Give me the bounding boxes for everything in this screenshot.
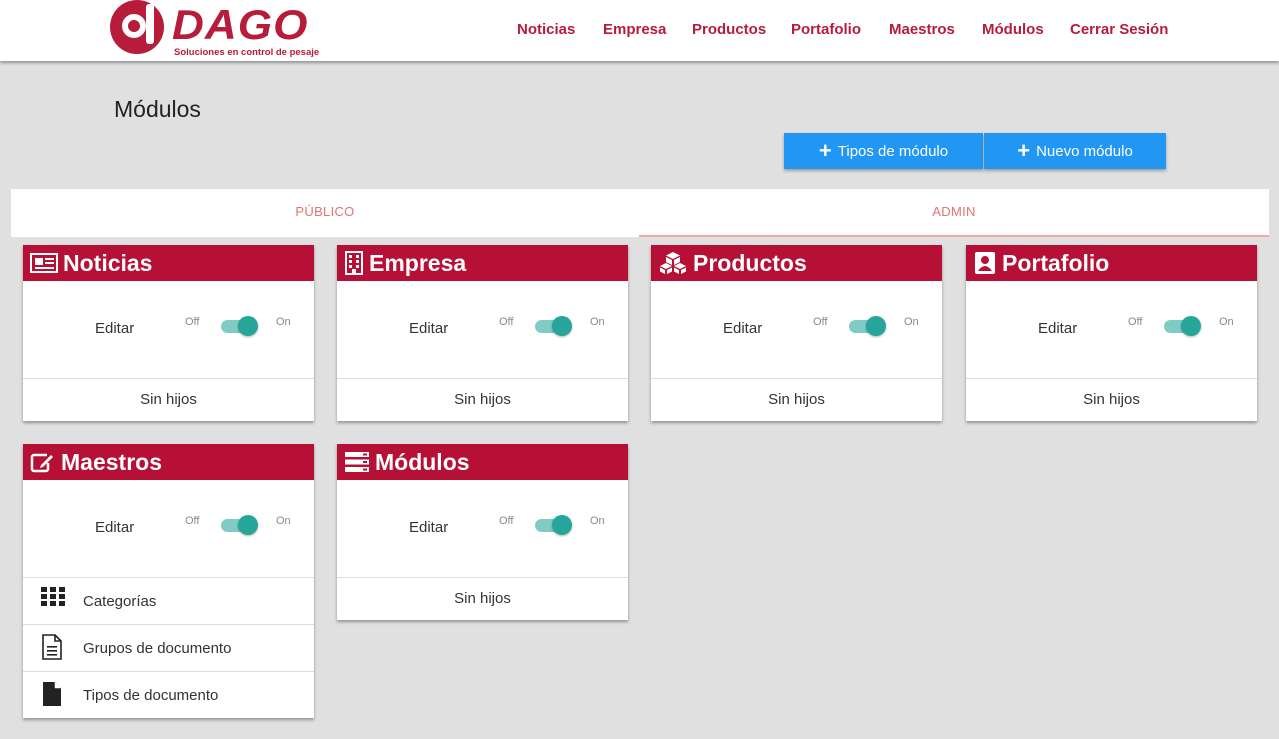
top-navbar: DAGO Soluciones en control de pesaje Not… (0, 0, 1279, 61)
card-body: Editar Off On (23, 281, 314, 379)
no-children-text: Sin hijos (454, 391, 511, 408)
no-children-text: Sin hijos (1083, 391, 1140, 408)
card-header: Maestros (23, 444, 314, 480)
off-label: Off (813, 316, 828, 328)
card-title: Productos (693, 249, 807, 276)
nuevo-modulo-button[interactable]: + Nuevo módulo (984, 133, 1166, 169)
card-body: Editar Off On (337, 281, 628, 379)
nav-modulos[interactable]: Módulos (982, 21, 1044, 38)
module-card-noticias: Noticias Editar Off On Sin hijos (23, 245, 314, 421)
card-header: Módulos (337, 444, 628, 480)
nav-maestros[interactable]: Maestros (889, 21, 955, 38)
card-header: Noticias (23, 245, 314, 281)
on-label: On (590, 515, 605, 527)
card-title: Noticias (63, 249, 153, 276)
child-label: Grupos de documento (83, 640, 232, 657)
edit-label: Editar (723, 320, 763, 337)
card-title: Maestros (61, 448, 162, 475)
logo-tagline: Soluciones en control de pesaje (174, 47, 320, 58)
no-children-text: Sin hijos (768, 391, 825, 408)
cubes-icon (660, 252, 686, 274)
no-children-text: Sin hijos (454, 590, 511, 607)
page-title: Módulos (114, 96, 201, 122)
off-label: Off (499, 515, 514, 527)
off-label: Off (185, 515, 200, 527)
child-item-tipos-documento[interactable]: Tipos de documento (23, 672, 314, 718)
off-label: Off (185, 316, 200, 328)
off-label: Off (1128, 316, 1143, 328)
child-label: Tipos de documento (83, 687, 219, 704)
card-title: Módulos (375, 448, 470, 475)
off-label: Off (499, 316, 514, 328)
document-filled-icon (43, 682, 61, 706)
contact-book-icon (975, 252, 995, 274)
child-item-grupos-documento[interactable]: Grupos de documento (23, 625, 314, 672)
card-header: Portafolio (966, 245, 1257, 281)
module-card-portafolio: Portafolio Editar Off On Sin hijos (966, 245, 1257, 421)
edit-toggle[interactable] (1164, 315, 1202, 336)
edit-toggle[interactable] (849, 315, 887, 336)
module-card-productos: Productos Editar Off On Sin hijos (651, 245, 942, 421)
edit-label: Editar (1038, 320, 1078, 337)
card-body: Editar Off On (966, 281, 1257, 379)
child-label: Categorías (83, 593, 157, 610)
nav-noticias[interactable]: Noticias (517, 21, 575, 38)
edit-toggle[interactable] (535, 315, 573, 336)
grid-icon (41, 587, 65, 606)
nav-cerrar-sesion[interactable]: Cerrar Sesión (1070, 21, 1168, 38)
on-label: On (590, 316, 605, 328)
card-title: Empresa (369, 249, 467, 276)
main-nav: Noticias Empresa Productos Portafolio Ma… (0, 21, 1279, 41)
nuevo-modulo-label: Nuevo módulo (1036, 142, 1133, 160)
nav-empresa[interactable]: Empresa (603, 21, 666, 38)
module-card-empresa: Empresa Editar Off On Sin hijos (337, 245, 628, 421)
nav-portafolio[interactable]: Portafolio (791, 21, 861, 38)
card-title: Portafolio (1002, 249, 1110, 276)
child-item-categorias[interactable]: Categorías (23, 578, 314, 625)
on-label: On (276, 316, 291, 328)
on-label: On (904, 316, 919, 328)
tab-admin[interactable]: ADMIN (639, 189, 1269, 237)
edit-label: Editar (409, 519, 449, 536)
edit-toggle[interactable] (535, 514, 573, 535)
card-body: Editar Off On (337, 480, 628, 578)
card-header: Empresa (337, 245, 628, 281)
newspaper-icon (30, 253, 58, 273)
tab-bar: PÚBLICO ADMIN (11, 189, 1269, 237)
tipos-modulo-button[interactable]: + Tipos de módulo (784, 133, 983, 169)
edit-toggle[interactable] (221, 514, 259, 535)
module-card-maestros: Maestros Editar Off On Categorías Grupos… (23, 444, 314, 718)
plus-icon: + (818, 138, 832, 163)
module-card-modulos: Módulos Editar Off On Sin hijos (337, 444, 628, 620)
tipos-modulo-label: Tipos de módulo (837, 142, 949, 160)
edit-icon (30, 453, 53, 473)
edit-label: Editar (95, 320, 135, 337)
server-list-icon (345, 452, 369, 472)
edit-toggle[interactable] (221, 315, 259, 336)
on-label: On (1219, 316, 1234, 328)
on-label: On (276, 515, 291, 527)
plus-icon: + (1017, 138, 1031, 163)
no-children-text: Sin hijos (140, 391, 197, 408)
card-header: Productos (651, 245, 942, 281)
edit-label: Editar (409, 320, 449, 337)
children-list: Categorías Grupos de documento Tipos de … (23, 578, 314, 718)
card-body: Editar Off On (23, 480, 314, 578)
building-icon (345, 251, 363, 275)
document-lines-icon (42, 634, 62, 660)
edit-label: Editar (95, 519, 135, 536)
card-body: Editar Off On (651, 281, 942, 379)
nav-productos[interactable]: Productos (692, 21, 766, 38)
tab-publico[interactable]: PÚBLICO (11, 189, 639, 237)
